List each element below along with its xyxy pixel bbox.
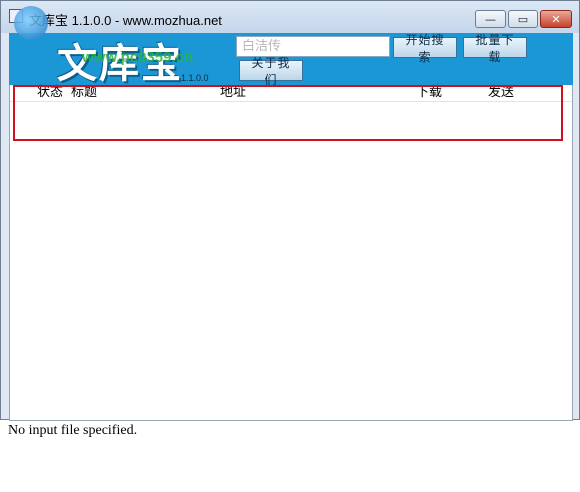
header-button-2[interactable]: 批量下载 [463, 33, 527, 64]
close-button[interactable]: ✕ [540, 10, 572, 28]
watermark-text: www.pc0359.cn [82, 49, 194, 66]
highlight-annotation [13, 85, 563, 141]
header-button-1[interactable]: 开始搜索 [393, 33, 457, 64]
title-bar[interactable]: 文库宝 1.1.0.0 - www.mozhua.net — ▭ ✕ [1, 1, 579, 33]
minimize-button[interactable]: — [475, 10, 506, 28]
window-title: 文库宝 1.1.0.0 - www.mozhua.net [29, 13, 222, 28]
minimize-icon: — [485, 12, 496, 26]
maximize-button[interactable]: ▭ [508, 10, 538, 28]
header-button-3[interactable]: 关于我们 [239, 56, 303, 87]
maximize-icon: ▭ [517, 12, 529, 26]
watermark-logo-icon [14, 6, 48, 40]
close-icon: ✕ [551, 12, 561, 26]
logo-version: 1.1.0.0 [181, 73, 209, 83]
status-message: No input file specified. [8, 423, 138, 438]
